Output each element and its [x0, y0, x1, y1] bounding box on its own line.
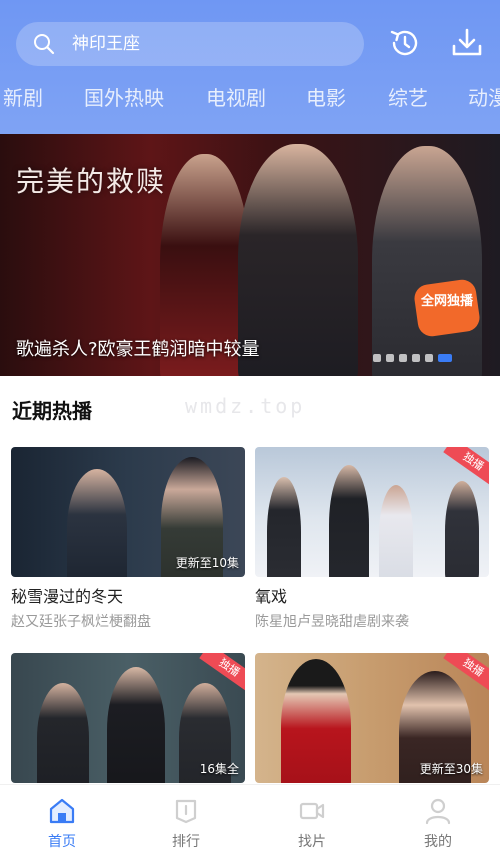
banner-dot[interactable] [386, 354, 394, 362]
svg-text:全网独播: 全网独播 [420, 293, 474, 309]
banner-dot[interactable] [373, 354, 381, 362]
poster[interactable]: 独播 [255, 447, 489, 577]
nav-discover[interactable]: 找片 [282, 797, 342, 851]
header: 神印王座 新剧 国外热映 电视剧 电影 综艺 动漫 [0, 0, 500, 134]
nav-label: 首页 [48, 834, 76, 850]
banner-dot[interactable] [399, 354, 407, 362]
poster[interactable]: 16集全 独播 [11, 653, 245, 783]
search-input[interactable]: 神印王座 [72, 34, 140, 54]
tab-tv[interactable]: 电视剧 [206, 84, 266, 112]
bottom-nav: 首页 排行 找片 我的 [0, 784, 500, 858]
nav-home[interactable]: 首页 [32, 797, 92, 851]
home-icon [49, 798, 75, 824]
ranking-icon [175, 799, 197, 824]
poster[interactable]: 更新至10集 [11, 447, 245, 577]
banner-caption: 歌遍杀人?欧豪王鹤润暗中较量 [16, 339, 260, 360]
search-icon [34, 34, 55, 55]
nav-profile[interactable]: 我的 [408, 797, 468, 851]
episode-label: 16集全 [199, 762, 239, 776]
poster[interactable]: 更新至30集 独播 [255, 653, 489, 783]
nav-label: 找片 [298, 834, 326, 850]
banner-dot[interactable] [425, 354, 433, 362]
show-title: 氧戏 [255, 587, 288, 606]
exclusive-badge: 独播 [443, 447, 489, 487]
show-desc: 赵又廷张子枫烂梗翻盘 [11, 614, 151, 630]
history-icon[interactable] [388, 26, 422, 60]
exclusive-sticker: 全网独播 [414, 279, 480, 337]
user-icon [425, 798, 451, 825]
banner-pagination [373, 354, 452, 362]
hero-banner[interactable]: 完美的救赎 歌遍杀人?欧豪王鹤润暗中较量 全网独播 [0, 134, 500, 376]
section-title: 近期热播 [12, 399, 92, 423]
banner-title-art: 完美的救赎 [16, 165, 167, 198]
category-tabs: 新剧 国外热映 电视剧 电影 综艺 动漫 [0, 84, 500, 114]
nav-label: 排行 [172, 834, 200, 850]
tab-foreign[interactable]: 国外热映 [84, 84, 164, 112]
episode-label: 更新至10集 [175, 556, 239, 570]
tab-variety[interactable]: 综艺 [388, 84, 428, 112]
nav-label: 我的 [424, 834, 452, 850]
show-desc: 陈星旭卢昱晓甜虐剧来袭 [255, 614, 409, 630]
nav-ranking[interactable]: 排行 [156, 797, 216, 851]
tab-anime[interactable]: 动漫 [468, 84, 500, 112]
episode-label: 更新至30集 [419, 762, 483, 776]
banner-dot-active[interactable] [438, 354, 452, 362]
tab-movie[interactable]: 电影 [306, 84, 346, 112]
search-bar[interactable]: 神印王座 [16, 22, 364, 66]
tab-new[interactable]: 新剧 [3, 84, 43, 112]
banner-dot[interactable] [412, 354, 420, 362]
video-camera-icon [299, 802, 325, 820]
watermark: wmdz.top [185, 394, 306, 418]
download-icon[interactable] [450, 26, 484, 60]
show-title: 秘雪漫过的冬天 [11, 587, 124, 606]
